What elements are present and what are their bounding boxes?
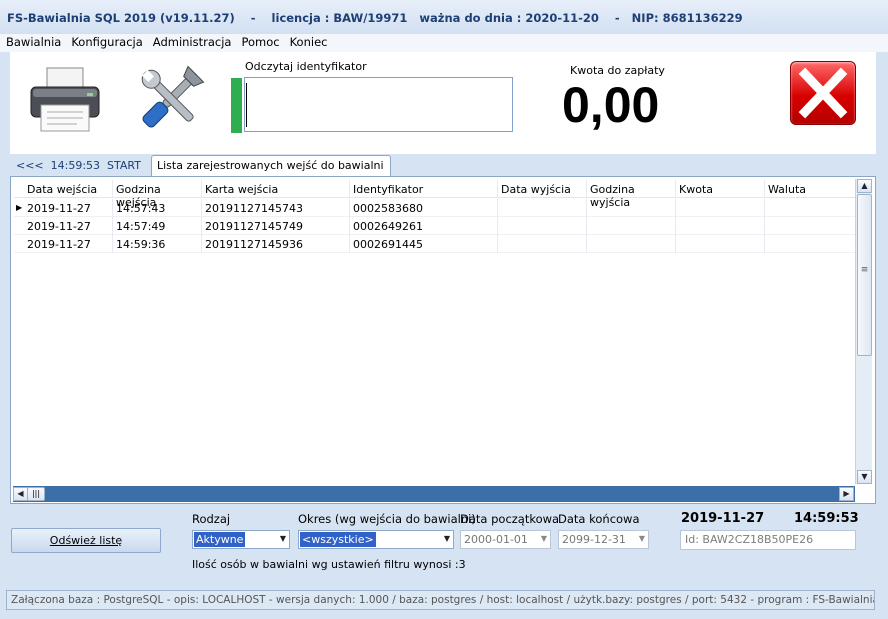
cell-identyfikator: 0002583680 — [350, 199, 498, 217]
rodzaj-selected-value: Aktywne — [194, 532, 246, 547]
menu-konfiguracja[interactable]: Konfiguracja — [65, 34, 146, 49]
tab-strip: <<< 14:59:53 START Lista zarejestrowanyc… — [10, 155, 876, 176]
current-row-marker: ▶ — [16, 203, 23, 212]
cell-data-wejscia: 2019-11-27 — [24, 235, 113, 253]
refresh-list-button[interactable]: Odśwież listę — [11, 528, 161, 553]
col-identyfikator[interactable]: Identyfikator — [350, 180, 498, 198]
cell-waluta — [765, 199, 857, 217]
end-date-picker[interactable]: 2099-12-31 ▼ — [558, 530, 649, 549]
chevron-down-icon: ▼ — [540, 534, 547, 543]
vertical-scrollbar[interactable]: ▲ ≡ ▼ — [855, 179, 872, 484]
cell-karta-wejscia: 20191127145749 — [202, 217, 350, 235]
text-caret — [246, 83, 247, 127]
identifier-input[interactable] — [244, 77, 513, 132]
cell-data-wejscia: 2019-11-27 — [24, 199, 113, 217]
end-date-value: 2099-12-31 — [562, 533, 626, 546]
printer-icon[interactable] — [27, 67, 103, 133]
cell-data-wyjscia — [498, 235, 587, 253]
current-time: 14:59:53 — [794, 511, 859, 526]
cell-data-wyjscia — [498, 199, 587, 217]
cell-kwota — [676, 217, 765, 235]
close-icon — [798, 67, 848, 119]
status-bar: Załączona baza : PostgreSQL - opis: LOCA… — [6, 590, 875, 610]
cell-karta-wejscia: 20191127145936 — [202, 235, 350, 253]
cell-karta-wejscia: 20191127145743 — [202, 199, 350, 217]
tab-entry-list[interactable]: Lista zarejestrowanych wejść do bawialni — [151, 155, 391, 176]
col-kwota[interactable]: Kwota — [676, 180, 765, 198]
table-header: Data wejścia Godzina wejścia Karta wejśc… — [14, 180, 857, 209]
col-waluta[interactable]: Waluta — [765, 180, 857, 198]
status-indicator — [231, 78, 242, 133]
col-data-wyjscia[interactable]: Data wyjścia — [498, 180, 587, 198]
rodzaj-select[interactable]: Aktywne ▼ — [192, 530, 290, 549]
device-id-field[interactable]: Id: BAW2CZ18B50PE26 — [680, 530, 856, 550]
cell-godzina-wejscia: 14:57:43 — [113, 199, 202, 217]
cell-data-wejscia: 2019-11-27 — [24, 217, 113, 235]
people-count-info: Ilość osób w bawialni wg ustawień filtru… — [192, 558, 466, 571]
col-godzina-wejscia[interactable]: Godzina wejścia — [113, 180, 202, 209]
chevron-down-icon: ▼ — [279, 534, 286, 543]
cell-kwota — [676, 199, 765, 217]
scroll-up-icon[interactable]: ▲ — [857, 179, 872, 193]
okres-select[interactable]: <wszystkie> ▼ — [298, 530, 454, 549]
read-identifier-label: Odczytaj identyfikator — [245, 60, 367, 73]
cell-identyfikator: 0002691445 — [350, 235, 498, 253]
col-data-wejscia[interactable]: Data wejścia — [24, 180, 113, 198]
scroll-right-icon[interactable]: ▶ — [839, 487, 854, 501]
cell-waluta — [765, 217, 857, 235]
cell-kwota — [676, 235, 765, 253]
scroll-left-icon[interactable]: ◀ — [13, 487, 28, 501]
start-date-picker[interactable]: 2000-01-01 ▼ — [460, 530, 551, 549]
end-date-label: Data końcowa — [558, 512, 640, 526]
cell-identyfikator: 0002649261 — [350, 217, 498, 235]
close-button[interactable] — [790, 61, 856, 125]
cell-godzina-wejscia: 14:57:49 — [113, 217, 202, 235]
horizontal-scrollbar[interactable]: ◀ ||| ▶ — [13, 486, 855, 502]
cell-godzina-wyjscia — [587, 217, 676, 235]
cell-godzina-wyjscia — [587, 235, 676, 253]
current-date: 2019-11-27 — [681, 511, 765, 526]
menu-administracja[interactable]: Administracja — [147, 34, 236, 49]
back-start-link[interactable]: <<< 14:59:53 START — [16, 159, 141, 172]
cell-godzina-wyjscia — [587, 199, 676, 217]
vertical-scroll-thumb[interactable]: ≡ — [857, 194, 872, 356]
cell-godzina-wejscia: 14:59:36 — [113, 235, 202, 253]
menu-koniec[interactable]: Koniec — [284, 34, 332, 49]
entries-table: Data wejścia Godzina wejścia Karta wejśc… — [10, 176, 876, 504]
table-row[interactable]: 2019-11-27 14:59:36 20191127145936 00026… — [14, 235, 857, 253]
col-godzina-wyjscia[interactable]: Godzina wyjścia — [587, 180, 676, 209]
table-row[interactable]: 2019-11-27 14:57:49 20191127145749 00026… — [14, 217, 857, 235]
col-karta-wejscia[interactable]: Karta wejścia — [202, 180, 350, 198]
scroll-down-icon[interactable]: ▼ — [857, 470, 872, 484]
window-title: FS-Bawialnia SQL 2019 (v19.11.27) - lice… — [0, 0, 888, 34]
chevron-down-icon: ▼ — [638, 534, 645, 543]
horizontal-scroll-thumb[interactable]: ||| — [27, 487, 45, 501]
rodzaj-label: Rodzaj — [192, 512, 231, 526]
start-date-value: 2000-01-01 — [464, 533, 528, 546]
menu-bar: Bawialnia Konfiguracja Administracja Pomoc K… — [0, 34, 888, 52]
table-row[interactable]: ▶ 2019-11-27 14:57:43 20191127145743 000… — [14, 199, 857, 217]
chevron-down-icon: ▼ — [443, 534, 450, 543]
okres-selected-value: <wszystkie> — [300, 532, 376, 547]
top-panel: Odczytaj identyfikator Kwota do zapłaty … — [10, 52, 876, 154]
okres-label: Okres (wg wejścia do bawialni) — [298, 512, 476, 526]
cell-data-wyjscia — [498, 217, 587, 235]
amount-value: 0,00 — [562, 77, 660, 133]
cell-waluta — [765, 235, 857, 253]
start-date-label: Data początkowa — [460, 512, 560, 526]
menu-bawialnia[interactable]: Bawialnia — [0, 34, 65, 49]
tools-icon[interactable] — [134, 62, 208, 136]
menu-pomoc[interactable]: Pomoc — [235, 34, 283, 49]
